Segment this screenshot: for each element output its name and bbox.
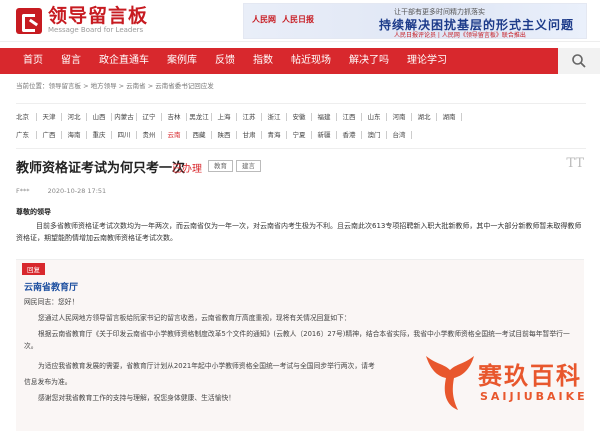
region-link[interactable]: 江西 bbox=[337, 113, 362, 121]
region-link[interactable]: 山西 bbox=[87, 113, 112, 121]
breadcrumb: 当前位置：领导留言板 > 地方领导 > 云南省 > 云南省委书记回应发 bbox=[16, 82, 214, 90]
region-link[interactable]: 宁夏 bbox=[287, 131, 312, 139]
status-badge: 已办理 bbox=[172, 164, 202, 175]
nav-home[interactable]: 首页 bbox=[14, 48, 52, 74]
message-title: 教师资格证考试为何只考一次 bbox=[16, 161, 186, 176]
site-header: 领导留言板 Message Board for Leaders 人民网 人民日报… bbox=[0, 0, 600, 42]
region-link[interactable]: 江苏 bbox=[237, 113, 262, 121]
region-link[interactable]: 辽宁 bbox=[137, 113, 162, 121]
logo-title: 领导留言板 bbox=[48, 5, 149, 27]
region-link[interactable]: 河南 bbox=[387, 113, 412, 121]
region-link[interactable]: 安徽 bbox=[287, 113, 312, 121]
whale-tail-icon bbox=[426, 356, 474, 410]
site-logo[interactable]: 领导留言板 Message Board for Leaders bbox=[16, 6, 148, 35]
search-icon bbox=[572, 54, 586, 68]
banner-logo-right: 人民日报 bbox=[282, 15, 314, 24]
region-link[interactable]: 吉林 bbox=[162, 113, 187, 121]
type-tag[interactable]: 建言 bbox=[236, 160, 261, 172]
region-link[interactable]: 浙江 bbox=[262, 113, 287, 121]
banner-logo-left: 人民网 bbox=[252, 15, 276, 24]
region-link[interactable]: 甘肃 bbox=[237, 131, 262, 139]
nav-cases[interactable]: 案例库 bbox=[158, 48, 206, 74]
region-link[interactable]: 上海 bbox=[212, 113, 237, 121]
reply-paragraph: 您通过人民网地方领导留言板给阮家书记的留言收悉，云南省教育厅高度重视，现将有关情… bbox=[38, 314, 351, 322]
region-link[interactable]: 新疆 bbox=[312, 131, 337, 139]
message-meta: F*** 2020-10-28 17:51 bbox=[16, 187, 122, 195]
region-link[interactable]: 湖南 bbox=[437, 113, 462, 121]
message-author: F*** bbox=[16, 187, 30, 195]
region-link[interactable]: 澳门 bbox=[362, 131, 387, 139]
category-tag[interactable]: 教育 bbox=[208, 160, 233, 172]
message-greeting: 尊敬的领导 bbox=[16, 208, 51, 216]
message-date: 2020-10-28 17:51 bbox=[47, 187, 107, 195]
nav-index[interactable]: 指数 bbox=[244, 48, 282, 74]
region-link[interactable]: 香港 bbox=[337, 131, 362, 139]
banner-logos: 人民网 人民日报 bbox=[252, 14, 314, 25]
region-link[interactable]: 广西 bbox=[37, 131, 62, 139]
watermark-text: 赛玖百科 bbox=[478, 362, 582, 390]
region-link[interactable]: 青海 bbox=[262, 131, 287, 139]
region-link-active[interactable]: 云南 bbox=[162, 131, 187, 139]
region-link[interactable]: 西藏 bbox=[187, 131, 212, 139]
region-link[interactable]: 重庆 bbox=[87, 131, 112, 139]
region-link[interactable]: 黑龙江 bbox=[187, 113, 212, 121]
reply-paragraph: 为适应我省教育发展的需要，省教育厅计划从2021年起中小学教师资格全国统一考试与… bbox=[38, 362, 375, 370]
nav-theory[interactable]: 理论学习 bbox=[398, 48, 456, 74]
region-link[interactable]: 陕西 bbox=[212, 131, 237, 139]
font-size-icon[interactable]: TT bbox=[566, 156, 584, 171]
watermark: 赛玖百科 SAIJIUBAIKE bbox=[418, 346, 594, 426]
region-link[interactable]: 内蒙古 bbox=[112, 113, 137, 121]
logo-subtitle: Message Board for Leaders bbox=[48, 26, 144, 34]
region-link[interactable]: 贵州 bbox=[137, 131, 162, 139]
region-link[interactable]: 四川 bbox=[112, 131, 137, 139]
nav-enterprise[interactable]: 政企直通车 bbox=[90, 48, 158, 74]
region-link[interactable]: 天津 bbox=[37, 113, 62, 121]
header-banner[interactable]: 人民网 人民日报 让干部有更多时间精力抓落实 持续解决困扰基层的形式主义问题 人… bbox=[243, 3, 587, 39]
message-body: 目前多省教师资格证考试次数均为一年两次，而云南省仅为一年一次，对云南省内考生极为… bbox=[16, 222, 582, 242]
reply-badge: 回复 bbox=[22, 263, 45, 275]
main-nav: 首页 留言 政企直通车 案例库 反馈 指数 帖近现场 解决了吗 理论学习 bbox=[0, 48, 600, 74]
nav-message[interactable]: 留言 bbox=[52, 48, 90, 74]
region-link[interactable]: 台湾 bbox=[387, 131, 412, 139]
search-button[interactable] bbox=[558, 48, 600, 74]
region-link[interactable]: 河北 bbox=[62, 113, 87, 121]
region-link[interactable]: 广东 bbox=[16, 131, 37, 139]
region-row: 北京 天津 河北 山西 内蒙古 辽宁 吉林 黑龙江 上海 江苏 浙江 安徽 福建… bbox=[16, 108, 586, 126]
nav-solved[interactable]: 解决了吗 bbox=[340, 48, 398, 74]
region-link[interactable]: 湖北 bbox=[412, 113, 437, 121]
region-link[interactable]: 福建 bbox=[312, 113, 337, 121]
reply-organization: 云南省教育厅 bbox=[24, 283, 79, 293]
watermark-subtext: SAIJIUBAIKE bbox=[480, 390, 588, 403]
region-selector: 北京 天津 河北 山西 内蒙古 辽宁 吉林 黑龙江 上海 江苏 浙江 安徽 福建… bbox=[16, 103, 586, 149]
region-link[interactable]: 山东 bbox=[362, 113, 387, 121]
logo-mark-icon bbox=[16, 7, 42, 34]
region-row: 广东 广西 海南 重庆 四川 贵州 云南 西藏 陕西 甘肃 青海 宁夏 新疆 香… bbox=[16, 126, 586, 144]
region-link[interactable]: 北京 bbox=[16, 113, 37, 121]
reply-paragraph: 网民同志：您好！ bbox=[24, 298, 79, 306]
region-link[interactable]: 海南 bbox=[62, 131, 87, 139]
nav-scene[interactable]: 帖近现场 bbox=[282, 48, 340, 74]
banner-line3: 人民日报评论员 | 人民网《领导留言板》联合推出 bbox=[394, 32, 526, 39]
nav-feedback[interactable]: 反馈 bbox=[206, 48, 244, 74]
